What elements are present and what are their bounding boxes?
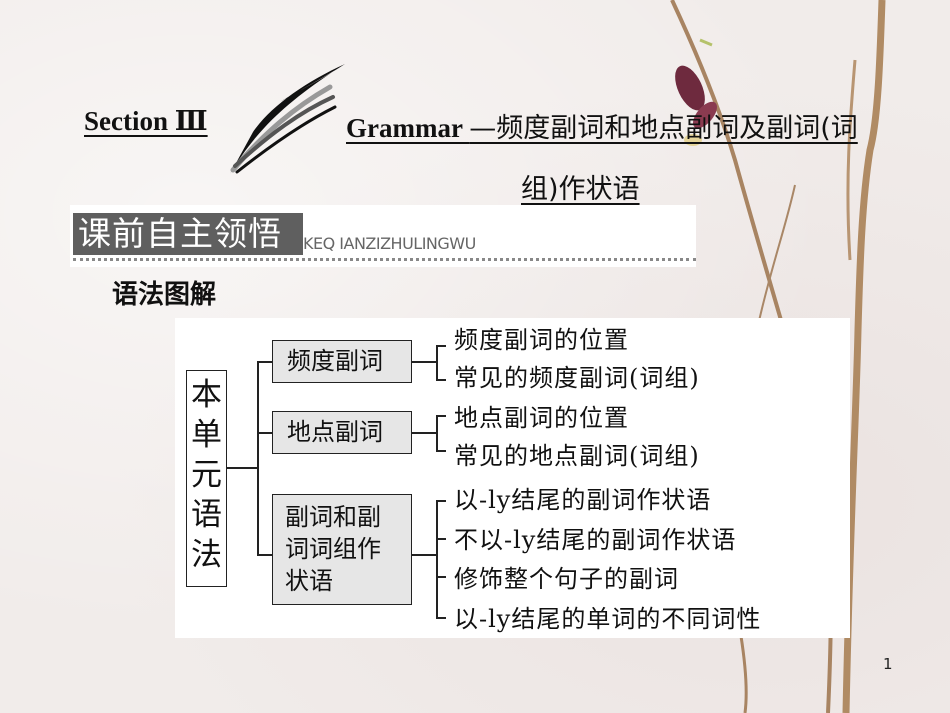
grammar-diagram: 本 单 元 语 法 频度副词 地点副词 副词和副 词词组作 状语 频度副词的位置… bbox=[175, 318, 850, 638]
section-banner: 课前自主领悟 KEQ IANZIZHULINGWU bbox=[70, 205, 696, 267]
category-frequency-adverbs: 频度副词 bbox=[272, 340, 412, 383]
leaf-item: 以-ly结尾的单词的不同词性 bbox=[454, 605, 762, 633]
connector bbox=[436, 345, 446, 347]
connector bbox=[436, 538, 446, 540]
leaf-item: 不以-ly结尾的副词作状语 bbox=[454, 526, 737, 554]
leaf-item: 以-ly结尾的副词作状语 bbox=[454, 486, 712, 514]
grammar-label: Grammar bbox=[346, 113, 470, 143]
leaf-item: 常见的频度副词(词组) bbox=[454, 364, 700, 392]
root-char: 法 bbox=[191, 537, 222, 573]
title-line-1: Grammar —频度副词和地点副词及副词(词 bbox=[346, 106, 858, 145]
leaf-item: 频度副词的位置 bbox=[454, 326, 629, 354]
root-char: 单 bbox=[191, 417, 222, 453]
connector bbox=[412, 432, 436, 434]
connector bbox=[227, 467, 258, 469]
connector bbox=[436, 450, 446, 452]
connector bbox=[257, 554, 272, 556]
connector bbox=[257, 432, 272, 434]
connector bbox=[257, 361, 259, 554]
category-place-adverbs: 地点副词 bbox=[272, 411, 412, 454]
dotted-divider bbox=[73, 258, 696, 261]
connector bbox=[436, 415, 446, 417]
topic-line-2: 组)作状语 bbox=[521, 174, 640, 205]
subheading: 语法图解 bbox=[112, 280, 217, 310]
leaf-item: 修饰整个句子的副词 bbox=[454, 565, 679, 593]
banner-heading: 课前自主领悟 bbox=[73, 213, 303, 255]
topic-line-1: —频度副词和地点副词及副词(词 bbox=[469, 113, 858, 144]
root-char: 本 bbox=[191, 377, 222, 413]
page-number: 1 bbox=[883, 655, 893, 673]
connector bbox=[436, 379, 446, 381]
leaf-item: 常见的地点副词(词组) bbox=[454, 442, 700, 470]
connector bbox=[412, 361, 436, 363]
connector bbox=[412, 554, 436, 556]
leaf-item: 地点副词的位置 bbox=[454, 404, 629, 432]
connector bbox=[257, 361, 272, 363]
connector bbox=[436, 500, 446, 502]
root-char: 语 bbox=[191, 497, 222, 533]
category-label-line: 副词和副 bbox=[285, 503, 381, 531]
section-label: Section Ⅲ bbox=[84, 106, 208, 136]
category-label-line: 词词组作 bbox=[285, 535, 381, 563]
connector bbox=[436, 617, 446, 619]
connector bbox=[436, 415, 438, 451]
connector bbox=[436, 500, 438, 618]
root-char: 元 bbox=[191, 457, 222, 493]
connector bbox=[436, 576, 446, 578]
category-label-line: 状语 bbox=[285, 567, 333, 595]
banner-pinyin: KEQ IANZIZHULINGWU bbox=[303, 234, 476, 253]
connector bbox=[436, 345, 438, 380]
root-node: 本 单 元 语 法 bbox=[186, 370, 227, 587]
category-adverbial: 副词和副 词词组作 状语 bbox=[272, 494, 412, 605]
swoosh-logo-icon bbox=[230, 64, 345, 174]
